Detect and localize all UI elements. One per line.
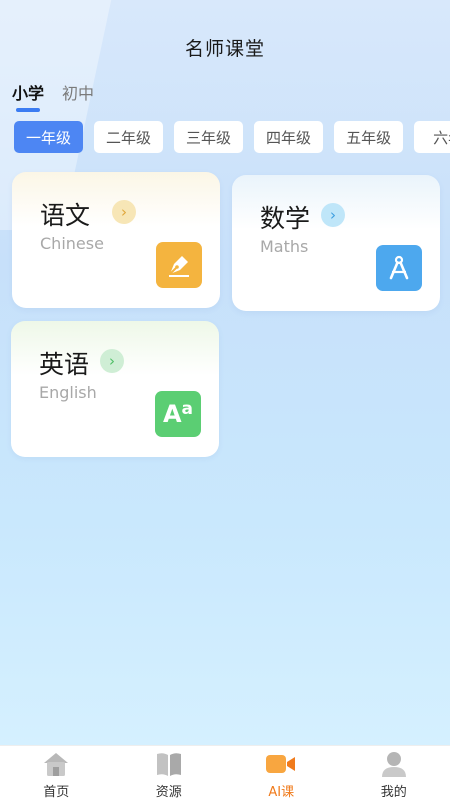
subject-subtitle: English	[39, 383, 97, 402]
tab-home[interactable]: 首页	[0, 746, 113, 800]
subject-subtitle: Chinese	[40, 234, 104, 253]
video-camera-icon	[265, 750, 297, 778]
tab-label: 资源	[155, 785, 182, 800]
grade-button-5[interactable]: 五年级	[334, 121, 404, 153]
grade-button-4[interactable]: 四年级	[254, 121, 324, 153]
tab-label: AI课	[268, 785, 295, 800]
subject-title: 数学	[260, 204, 311, 233]
grade-button-2[interactable]: 二年级	[94, 121, 164, 153]
chevron-right-icon: ›	[321, 203, 345, 227]
grade-selector: 一年级 二年级 三年级 四年级 五年级 六年	[14, 121, 450, 153]
page-title: 名师课堂	[184, 38, 265, 60]
subject-card-english[interactable]: 英语 › English Aa	[11, 321, 219, 457]
grade-button-3[interactable]: 三年级	[174, 121, 244, 153]
subject-card-chinese[interactable]: 语文 › Chinese	[12, 172, 220, 308]
subject-title: 语文	[40, 201, 91, 230]
main-screen: 名师课堂 小学 初中 一年级 二年级 三年级 四年级 五年级 六年 语文 › C…	[0, 0, 450, 745]
tab-ai-course[interactable]: AI课	[225, 746, 338, 800]
user-icon	[380, 750, 408, 778]
letters-aa-icon: Aa	[155, 391, 201, 437]
grade-button-1[interactable]: 一年级	[14, 121, 84, 153]
bottom-tab-bar: 首页 资源 AI课 我的	[0, 745, 450, 800]
subject-subtitle: Maths	[260, 237, 309, 256]
chevron-right-icon: ›	[100, 349, 124, 373]
subject-card-maths[interactable]: 数学 › Maths	[232, 175, 440, 311]
tab-label: 首页	[43, 785, 70, 800]
grade-button-6[interactable]: 六年	[414, 121, 450, 153]
tab-junior-high[interactable]: 初中	[62, 80, 94, 104]
tab-primary-school[interactable]: 小学	[12, 80, 44, 112]
chevron-right-icon: ›	[112, 200, 136, 224]
level-tabs: 小学 初中	[12, 80, 94, 112]
tab-mine[interactable]: 我的	[338, 746, 450, 800]
tab-resources[interactable]: 资源	[113, 746, 226, 800]
tab-label: 我的	[380, 785, 407, 800]
pen-nib-icon	[156, 242, 202, 288]
compass-icon	[376, 245, 422, 291]
subject-title: 英语	[39, 350, 90, 379]
book-icon	[155, 750, 183, 778]
home-icon	[42, 750, 70, 778]
